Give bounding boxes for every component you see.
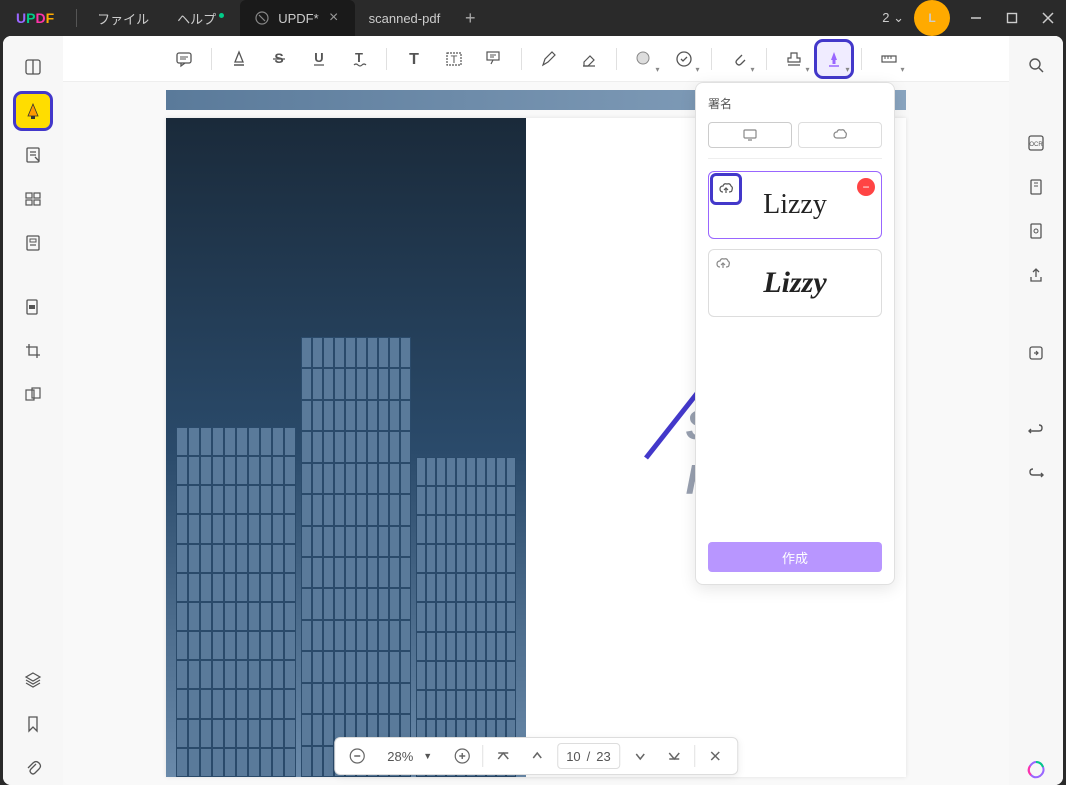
tb-signature-icon[interactable]: ▾ <box>817 42 851 76</box>
export-icon[interactable] <box>1021 338 1051 368</box>
sidebar-layers-icon[interactable] <box>16 663 50 697</box>
avatar[interactable]: L <box>914 0 950 36</box>
app-logo: UPDF <box>0 10 70 26</box>
last-page-button[interactable] <box>660 742 688 770</box>
tb-pencil-icon[interactable] <box>532 42 566 76</box>
svg-text:T: T <box>355 50 363 65</box>
sidebar-crop-icon[interactable] <box>16 334 50 368</box>
tab-updf[interactable]: UPDF* × <box>240 0 354 36</box>
compress-icon[interactable] <box>1021 172 1051 202</box>
maximize-button[interactable] <box>994 0 1030 36</box>
page-indicator[interactable]: 10 / 23 <box>557 743 620 769</box>
next-page-button[interactable] <box>626 742 654 770</box>
ocr-icon[interactable]: OCR <box>1021 128 1051 158</box>
tb-strikethrough-icon[interactable]: S <box>262 42 296 76</box>
signature-panel-title: 署名 <box>708 95 882 112</box>
tb-highlight-icon[interactable] <box>222 42 256 76</box>
protect-icon[interactable] <box>1021 216 1051 246</box>
sidebar-form-icon[interactable] <box>16 226 50 260</box>
sidebar-attachment-icon[interactable] <box>16 751 50 785</box>
tb-textbox-icon[interactable]: T <box>437 42 471 76</box>
ai-icon[interactable] <box>1021 755 1051 785</box>
tb-note-icon[interactable] <box>167 42 201 76</box>
prev-page-button[interactable] <box>523 742 551 770</box>
tab-title: scanned-pdf <box>369 11 441 26</box>
sidebar-edit-icon[interactable] <box>16 138 50 172</box>
sidebar-comment-icon[interactable] <box>16 94 50 128</box>
zoom-in-button[interactable] <box>448 742 476 770</box>
tb-text-icon[interactable]: T <box>397 42 431 76</box>
svg-text:T: T <box>450 54 457 66</box>
minimize-button[interactable] <box>958 0 994 36</box>
sig-upload-cloud-icon[interactable] <box>713 176 739 202</box>
undo-icon[interactable] <box>1021 416 1051 446</box>
tab-icon <box>254 10 270 26</box>
create-signature-button[interactable]: 作成 <box>708 542 882 572</box>
tb-shape-icon[interactable]: ▾ <box>627 42 661 76</box>
svg-text:U: U <box>314 50 323 65</box>
close-bottombar-button[interactable] <box>701 742 729 770</box>
tb-callout-icon[interactable] <box>477 42 511 76</box>
signature-panel: 署名 − Lizzy Lizzy 作成 <box>695 82 895 585</box>
tb-measure-icon[interactable]: ▾ <box>872 42 906 76</box>
sidebar-compare-icon[interactable] <box>16 378 50 412</box>
tab-title: UPDF* <box>278 11 318 26</box>
tb-squiggly-icon[interactable]: T <box>342 42 376 76</box>
sig-tab-local[interactable] <box>708 122 792 148</box>
signature-item-2[interactable]: Lizzy <box>708 249 882 317</box>
signature-preview: Lizzy <box>763 189 827 221</box>
sidebar-bookmark-icon[interactable] <box>16 707 50 741</box>
share-icon[interactable] <box>1021 260 1051 290</box>
search-icon[interactable] <box>1021 50 1051 80</box>
tb-stamp2-icon[interactable]: ▾ <box>777 42 811 76</box>
sig-cloud-icon <box>715 256 731 272</box>
tab-close-icon[interactable]: × <box>327 11 341 25</box>
svg-text:OCR: OCR <box>1029 142 1043 148</box>
close-button[interactable] <box>1030 0 1066 36</box>
signature-item-1[interactable]: − Lizzy <box>708 171 882 239</box>
menu-file[interactable]: ファイル <box>83 9 163 28</box>
sidebar-redact-icon[interactable] <box>16 290 50 324</box>
zoom-level[interactable]: 28% ▼ <box>377 749 442 764</box>
notification-badge[interactable]: 2 ⌄ <box>882 10 904 26</box>
first-page-button[interactable] <box>489 742 517 770</box>
tb-underline-icon[interactable]: U <box>302 42 336 76</box>
tb-stamp-icon[interactable]: ▾ <box>667 42 701 76</box>
zoom-out-button[interactable] <box>343 742 371 770</box>
tb-eraser-icon[interactable] <box>572 42 606 76</box>
svg-text:S: S <box>274 50 283 66</box>
sig-tab-cloud[interactable] <box>798 122 882 148</box>
tab-scanned[interactable]: scanned-pdf <box>355 0 455 36</box>
svg-text:T: T <box>409 51 419 68</box>
sidebar-organize-icon[interactable] <box>16 182 50 216</box>
menu-help[interactable]: ヘルプ <box>163 9 230 28</box>
sidebar-reader-icon[interactable] <box>16 50 50 84</box>
redo-icon[interactable] <box>1021 460 1051 490</box>
sig-delete-icon[interactable]: − <box>857 178 875 196</box>
signature-preview: Lizzy <box>763 266 826 300</box>
new-tab-button[interactable]: + <box>454 0 486 36</box>
tb-attach-icon[interactable]: ▾ <box>722 42 756 76</box>
